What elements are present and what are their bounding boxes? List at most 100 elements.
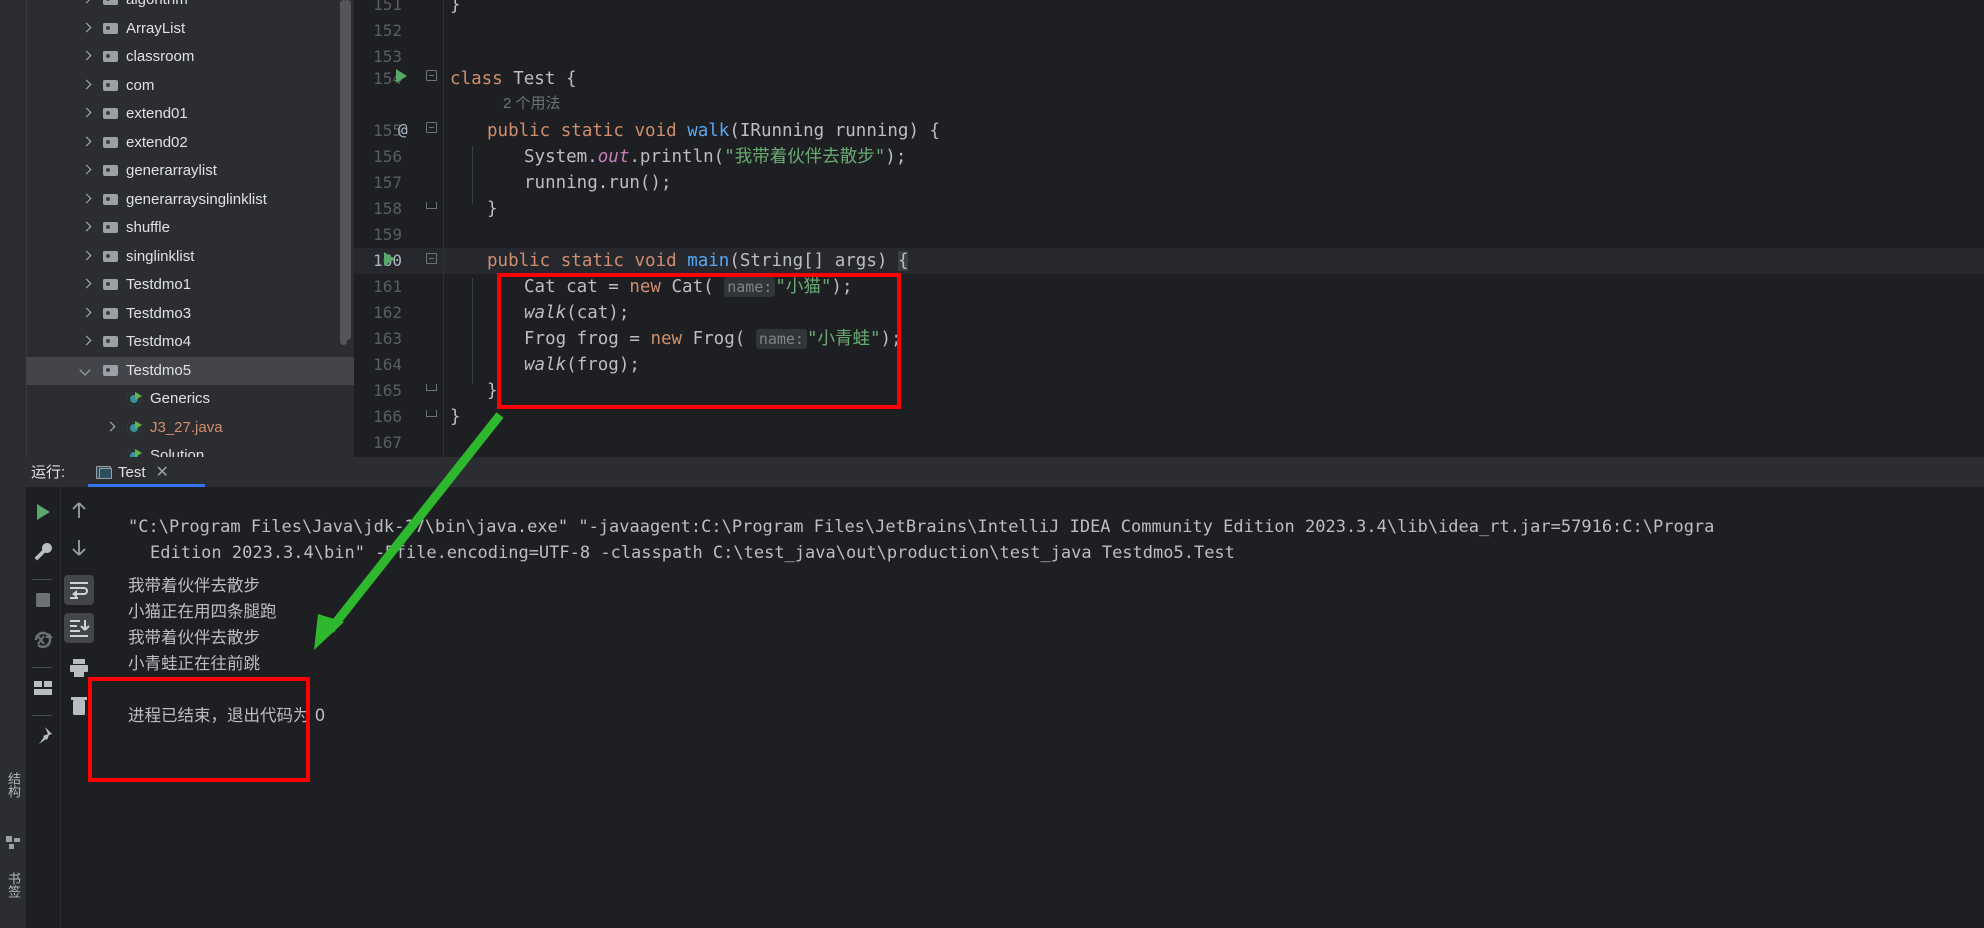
tree-item-testdmo1[interactable]: Testdmo1 xyxy=(26,271,354,300)
chevron-right-icon[interactable] xyxy=(78,157,94,185)
wrench-icon[interactable] xyxy=(32,541,54,563)
fold-end-165[interactable] xyxy=(426,384,437,391)
tree-item-label: Testdmo4 xyxy=(126,333,192,351)
tree-item-label: Testdmo3 xyxy=(126,304,192,322)
chevron-right-icon[interactable] xyxy=(78,328,94,356)
tree-item-algorithm[interactable]: algorithm xyxy=(26,0,354,15)
code-text: Frog frog = new Frog( name: "小青蛙"); xyxy=(524,329,902,349)
code-line-151[interactable]: 151} xyxy=(354,0,1984,18)
chevron-right-icon[interactable] xyxy=(78,243,94,271)
stripe-item-structure[interactable]: 结构 xyxy=(0,772,26,798)
tree-item-label: extend02 xyxy=(126,133,188,151)
code-line-161[interactable]: 161 Cat cat = new Cat( name: "小猫"); xyxy=(354,274,1984,300)
code-line-155[interactable]: 155 public static void walk(IRunning runn… xyxy=(354,118,1984,144)
tree-item-solution[interactable]: Solution xyxy=(26,442,354,457)
line-number: 158 xyxy=(373,199,402,218)
fold-end-166[interactable] xyxy=(426,410,437,417)
chevron-right-icon[interactable] xyxy=(78,43,94,71)
code-line-156[interactable]: 156 System.out.println("我带着伙伴去散步"); xyxy=(354,144,1984,170)
gutter-run-icon-154[interactable] xyxy=(396,69,407,83)
code-line-166[interactable]: 166} xyxy=(354,404,1984,430)
tree-item-arraylist[interactable]: ArrayList xyxy=(26,15,354,44)
fold-marker-155[interactable] xyxy=(426,122,437,133)
pin-icon[interactable] xyxy=(32,725,54,747)
folder-icon xyxy=(102,78,120,94)
gutter-run-icon-160[interactable] xyxy=(384,252,395,266)
stop-square-icon[interactable] xyxy=(32,589,54,611)
tree-item-testdmo4[interactable]: Testdmo4 xyxy=(26,328,354,357)
chevron-right-icon[interactable] xyxy=(102,414,118,442)
run-tab-test[interactable]: Test ✕ xyxy=(88,457,177,487)
folder-icon xyxy=(102,163,120,179)
code-line-165[interactable]: 165} xyxy=(354,378,1984,404)
code-line-158[interactable]: 158} xyxy=(354,196,1984,222)
rerun-failed-icon[interactable] xyxy=(32,629,54,651)
tree-item-shuffle[interactable]: shuffle xyxy=(26,214,354,243)
scroll-to-end-icon[interactable] xyxy=(68,617,90,639)
tree-item-com[interactable]: com xyxy=(26,72,354,101)
tree-item-generarraysinglinklist[interactable]: generarraysinglinklist xyxy=(26,186,354,215)
run-toolbar-secondary[interactable] xyxy=(60,487,96,928)
line-number: 156 xyxy=(373,147,402,166)
code-line-159[interactable]: 159 xyxy=(354,222,1984,248)
chevron-right-icon[interactable] xyxy=(78,0,94,14)
chevron-down-icon[interactable] xyxy=(78,357,94,385)
tree-item-label: classroom xyxy=(126,48,195,66)
printer-icon[interactable] xyxy=(68,657,90,679)
code-line-152[interactable]: 152 xyxy=(354,18,1984,44)
arrow-down-icon[interactable] xyxy=(68,537,90,559)
code-line-162[interactable]: 162 walk(cat); xyxy=(354,300,1984,326)
fold-marker-154[interactable] xyxy=(426,70,437,81)
soft-wrap-icon[interactable] xyxy=(68,579,90,601)
code-editor[interactable]: 151} 152 153 154 class Test {155 public stati… xyxy=(354,0,1984,457)
chevron-right-icon[interactable] xyxy=(78,129,94,157)
tree-item-generics[interactable]: Generics xyxy=(26,385,354,414)
line-number: 155 xyxy=(373,121,402,140)
code-line-157[interactable]: 157 running.run(); xyxy=(354,170,1984,196)
chevron-right-icon[interactable] xyxy=(78,300,94,328)
code-line-160[interactable]: 160 public static void main(String[] args… xyxy=(354,248,1984,274)
indent-guide-2 xyxy=(472,278,473,384)
tree-item-testdmo3[interactable]: Testdmo3 xyxy=(26,300,354,329)
run-tool-window[interactable]: 运行: Test ✕ "C:\Program Files\Java\jdk-17… xyxy=(26,457,1984,928)
console-output[interactable]: "C:\Program Files\Java\jdk-17\bin\java.e… xyxy=(96,487,1984,928)
chevron-right-icon[interactable] xyxy=(78,15,94,43)
code-text: walk(cat); xyxy=(524,303,630,323)
code-line-164[interactable]: 164 walk(frog); xyxy=(354,352,1984,378)
tree-item-testdmo5[interactable]: Testdmo5 xyxy=(26,356,354,385)
chevron-right-icon[interactable] xyxy=(78,100,94,128)
tree-item-generarraylist[interactable]: generarraylist xyxy=(26,157,354,186)
trash-icon[interactable] xyxy=(68,695,90,717)
tree-item-j3-27-java[interactable]: J3_27.java xyxy=(26,414,354,443)
chevron-right-icon[interactable] xyxy=(78,214,94,242)
project-tree-panel[interactable]: algorithm ArrayList classroom com extend01 ex… xyxy=(26,0,354,457)
code-line-167[interactable]: 167 xyxy=(354,430,1984,456)
code-line-163[interactable]: 163 Frog frog = new Frog( name: "小青蛙"); xyxy=(354,326,1984,352)
gutter-divider xyxy=(443,0,444,457)
tree-item-label: Generics xyxy=(150,390,211,408)
editor-scrollbar[interactable] xyxy=(344,0,351,340)
chevron-right-icon[interactable] xyxy=(78,271,94,299)
close-icon[interactable]: ✕ xyxy=(156,462,169,482)
chevron-right-icon[interactable] xyxy=(78,72,94,100)
line-number: 167 xyxy=(373,433,402,452)
folder-icon xyxy=(102,363,120,379)
tree-item-classroom[interactable]: classroom xyxy=(26,43,354,72)
fold-end-158[interactable] xyxy=(426,202,437,209)
layout-icon[interactable] xyxy=(32,677,54,699)
play-icon[interactable] xyxy=(32,501,54,523)
inlay-usage-hint[interactable]: 2 个用法 xyxy=(503,92,561,113)
code-line-154[interactable]: 154 class Test { xyxy=(354,66,1984,92)
stripe-item-bookmarks[interactable]: 书签 xyxy=(0,872,26,898)
code-text: public static void main(String[] args) { xyxy=(487,251,909,271)
run-toolbar-primary[interactable] xyxy=(26,487,60,928)
tree-item-singlinklist[interactable]: singlinklist xyxy=(26,243,354,272)
line-number: 164 xyxy=(373,355,402,374)
folder-icon xyxy=(102,21,120,37)
chevron-right-icon[interactable] xyxy=(78,186,94,214)
tree-item-extend02[interactable]: extend02 xyxy=(26,129,354,158)
fold-marker-160[interactable] xyxy=(426,253,437,264)
arrow-up-icon[interactable] xyxy=(68,499,90,521)
tree-item-extend01[interactable]: extend01 xyxy=(26,100,354,129)
